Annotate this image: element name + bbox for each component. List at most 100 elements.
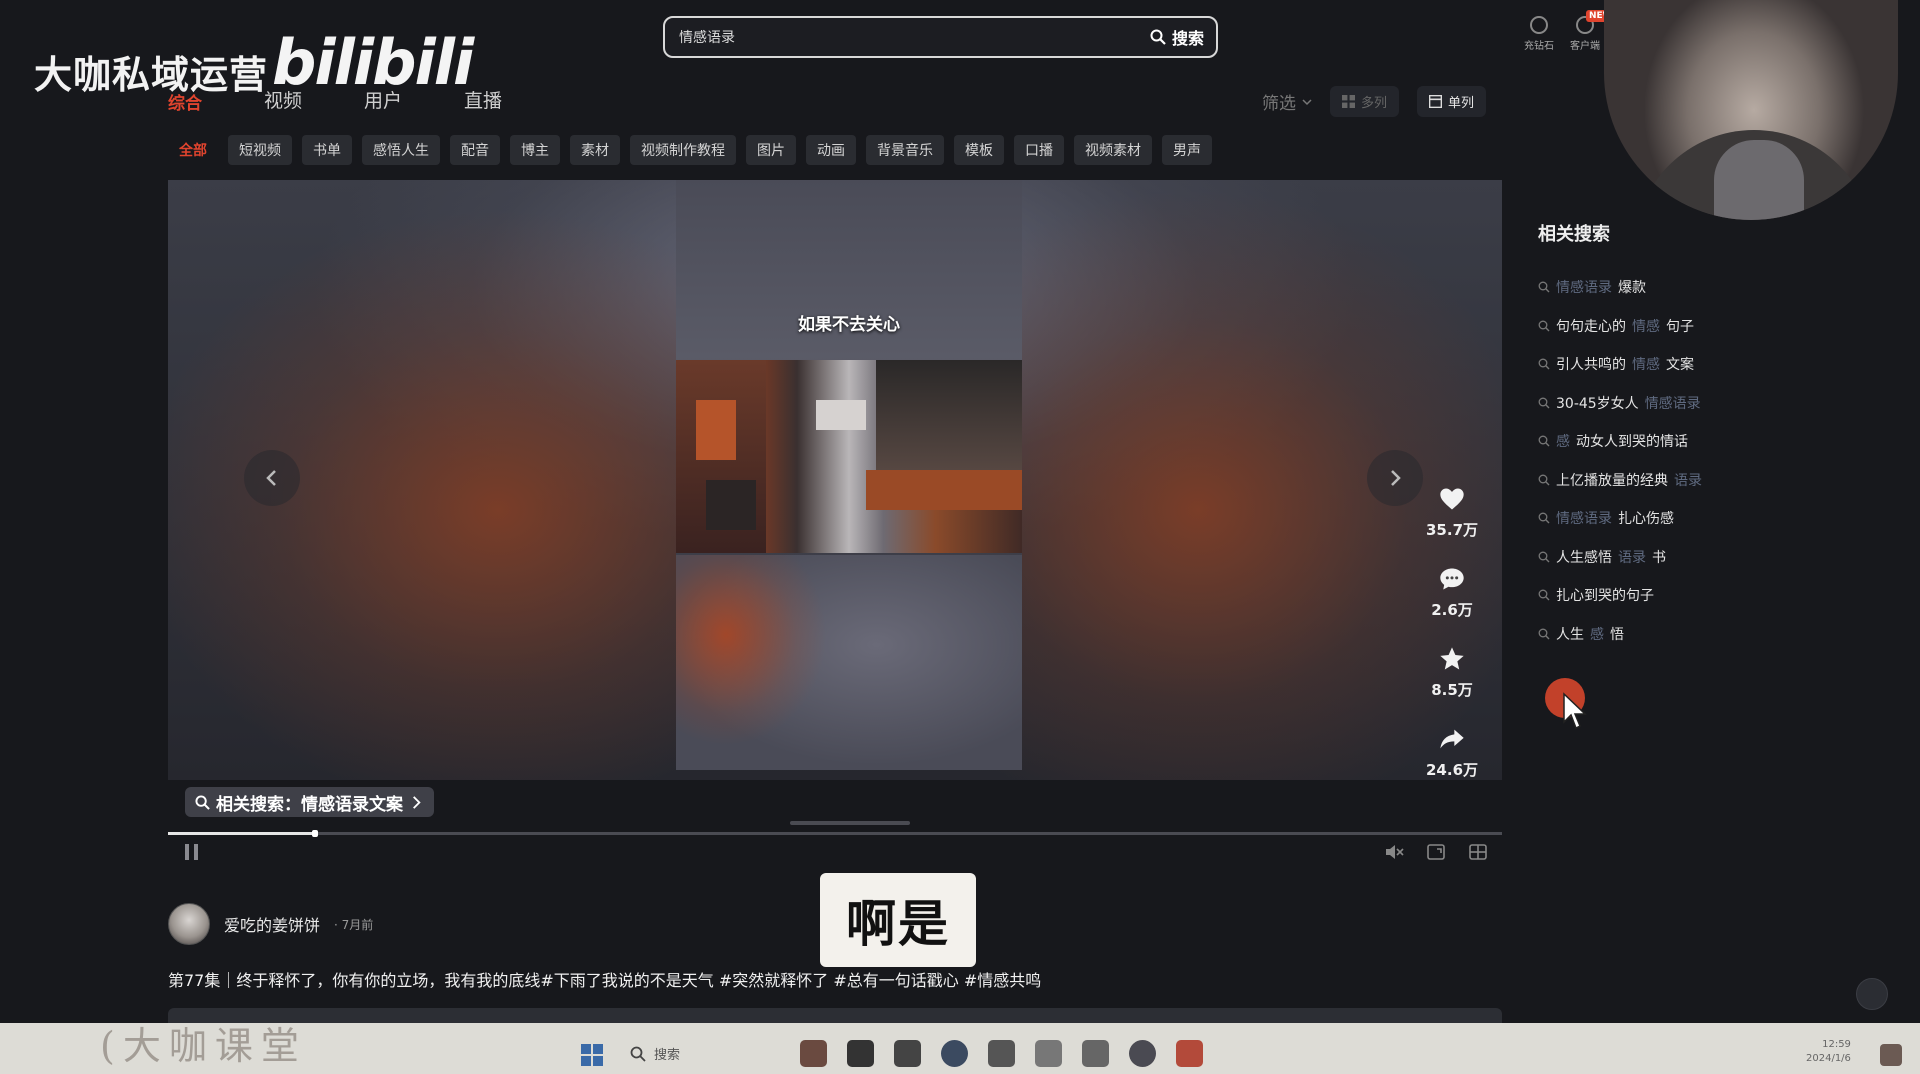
chevron-right-icon bbox=[413, 795, 421, 809]
related-text-rest: 动女人到哭的情话 bbox=[1576, 434, 1688, 451]
app-icon[interactable] bbox=[1082, 1040, 1109, 1067]
app-icon[interactable] bbox=[1176, 1040, 1203, 1067]
related-text-pre: 上亿播放量的经典 bbox=[1556, 472, 1668, 489]
favorite-count: 8.5万 bbox=[1431, 681, 1473, 699]
like-button[interactable]: 35.7万 bbox=[1426, 485, 1478, 540]
video-caption: 如果不去关心 bbox=[798, 315, 900, 335]
pause-button[interactable] bbox=[185, 844, 199, 860]
related-text-hl: 情感语录 bbox=[1556, 511, 1612, 528]
app-icon[interactable] bbox=[988, 1040, 1015, 1067]
app-icon[interactable] bbox=[1035, 1040, 1062, 1067]
app-icon[interactable] bbox=[894, 1040, 921, 1067]
related-text-hl: 情感语录 bbox=[1644, 395, 1701, 412]
filter-label: 筛选 bbox=[1262, 94, 1296, 114]
search-input[interactable] bbox=[679, 29, 1138, 45]
chip-3[interactable]: 感悟人生 bbox=[362, 135, 440, 165]
chip-6[interactable]: 素材 bbox=[570, 135, 620, 165]
related-text-rest: 悟 bbox=[1610, 626, 1624, 643]
search-icon bbox=[1538, 435, 1550, 447]
chip-0[interactable]: 全部 bbox=[168, 135, 218, 165]
filter-dropdown[interactable]: 筛选 bbox=[1262, 89, 1312, 114]
multi-column-label: 多列 bbox=[1361, 96, 1388, 111]
app-icon[interactable] bbox=[800, 1040, 827, 1067]
related-text-rest: 句子 bbox=[1666, 318, 1694, 335]
progress-bar[interactable] bbox=[168, 830, 1502, 837]
previous-button[interactable] bbox=[244, 450, 300, 506]
related-search-item[interactable]: 情感语录 扎心伤感 bbox=[1538, 499, 1878, 538]
related-text-pre: 句句走心的 bbox=[1556, 318, 1626, 335]
chip-8[interactable]: 图片 bbox=[746, 135, 796, 165]
mute-icon[interactable] bbox=[1384, 842, 1404, 862]
chip-4[interactable]: 配音 bbox=[450, 135, 500, 165]
chip-13[interactable]: 视频素材 bbox=[1074, 135, 1152, 165]
taskbar-search[interactable]: 搜索 bbox=[630, 1044, 680, 1063]
search-button-label: 搜索 bbox=[1171, 29, 1204, 48]
comment-button[interactable]: 2.6万 bbox=[1431, 565, 1473, 620]
chip-9[interactable]: 动画 bbox=[806, 135, 856, 165]
related-search-item[interactable]: 句句走心的 情感 句子 bbox=[1538, 307, 1878, 346]
multi-column-button[interactable]: 多列 bbox=[1330, 86, 1400, 117]
diamond-icon bbox=[1530, 16, 1548, 34]
clock-date: 2024/1/6 bbox=[1806, 1053, 1851, 1064]
post-time: · 7月前 bbox=[334, 917, 374, 932]
related-text-rest: 文案 bbox=[1666, 357, 1694, 374]
related-text-pre: 人生 bbox=[1556, 626, 1584, 643]
chevron-right-icon bbox=[1391, 470, 1401, 486]
sidebar-title: 相关搜索 bbox=[1538, 224, 1610, 245]
settings-float-button[interactable] bbox=[1856, 978, 1888, 1010]
drag-handle[interactable] bbox=[790, 821, 910, 825]
related-search-item[interactable]: 情感语录 爆款 bbox=[1538, 268, 1878, 307]
share-icon bbox=[1440, 729, 1464, 749]
view-controls: 筛选 多列 单列 bbox=[1262, 86, 1487, 117]
related-search-item[interactable]: 人生感悟 bbox=[1538, 615, 1878, 654]
next-button[interactable] bbox=[1367, 450, 1423, 506]
chip-7[interactable]: 视频制作教程 bbox=[630, 135, 736, 165]
search-button[interactable]: 搜索 bbox=[1138, 25, 1216, 49]
tray-icon[interactable] bbox=[1880, 1044, 1902, 1066]
video-player[interactable]: 如果不去关心 35.7万 2.6万 8.5万 24.6万 bbox=[168, 180, 1502, 780]
fullscreen-icon[interactable] bbox=[1426, 842, 1446, 862]
related-search-item[interactable]: 扎心到哭的句子 bbox=[1538, 576, 1878, 615]
tab-all[interactable]: 综合 bbox=[168, 89, 202, 114]
video-actions: 35.7万 2.6万 8.5万 24.6万 bbox=[1426, 485, 1478, 780]
chip-1[interactable]: 短视频 bbox=[228, 135, 292, 165]
diamond-button[interactable]: 充钻石 bbox=[1524, 16, 1554, 52]
chip-2[interactable]: 书单 bbox=[302, 135, 352, 165]
tab-live[interactable]: 直播 bbox=[464, 86, 502, 114]
tab-user[interactable]: 用户 bbox=[364, 86, 402, 114]
chevron-down-icon bbox=[1302, 98, 1312, 105]
favorite-button[interactable]: 8.5万 bbox=[1431, 645, 1473, 700]
author-name[interactable]: 爱吃的姜饼饼 bbox=[224, 912, 320, 936]
share-count: 24.6万 bbox=[1426, 761, 1479, 779]
related-search-item[interactable]: 感动女人到哭的情话 bbox=[1538, 422, 1878, 461]
chip-11[interactable]: 模板 bbox=[954, 135, 1004, 165]
search-bar: 搜索 bbox=[663, 16, 1218, 58]
progress-knob[interactable] bbox=[311, 830, 318, 837]
single-column-button[interactable]: 单列 bbox=[1417, 86, 1487, 117]
chip-14[interactable]: 男声 bbox=[1162, 135, 1212, 165]
chip-5[interactable]: 博主 bbox=[510, 135, 560, 165]
related-search-item[interactable]: 人生感悟 语录书 bbox=[1538, 538, 1878, 577]
app-icon[interactable] bbox=[847, 1040, 874, 1067]
related-search-item[interactable]: 30-45岁女人 情感语录 bbox=[1538, 384, 1878, 423]
avatar[interactable] bbox=[168, 903, 210, 945]
taskbar-search-label: 搜索 bbox=[654, 1048, 681, 1063]
start-button[interactable] bbox=[581, 1044, 603, 1066]
category-chips: 全部 短视频 书单 感悟人生 配音 博主 素材 视频制作教程 图片 动画 背景音乐 模板 口播 视频素材男… bbox=[168, 135, 1212, 165]
browser-icon[interactable] bbox=[941, 1040, 968, 1067]
video-description[interactable]: 第77集｜终于释怀了，你有你的立场，我有我的底线#下雨了我说的不是天气 #突然就… bbox=[168, 967, 1041, 991]
related-text-pre: 扎心到哭的句子 bbox=[1556, 588, 1654, 605]
star-icon bbox=[1440, 647, 1464, 670]
search-icon bbox=[1538, 358, 1550, 370]
chip-12[interactable]: 口播 bbox=[1014, 135, 1064, 165]
pip-icon[interactable] bbox=[1468, 842, 1488, 862]
app-icon[interactable] bbox=[1129, 1040, 1156, 1067]
related-text-hl: 情感 bbox=[1632, 318, 1660, 335]
related-search-item[interactable]: 上亿播放量的经典 语录 bbox=[1538, 461, 1878, 500]
share-button[interactable]: 24.6万 bbox=[1426, 725, 1478, 780]
heart-icon bbox=[1440, 488, 1464, 510]
related-search-item[interactable]: 引人共鸣的 情感 文案 bbox=[1538, 345, 1878, 384]
related-search-pill[interactable]: 相关搜索：情感语录文案 bbox=[185, 787, 434, 817]
tab-video[interactable]: 视频 bbox=[264, 86, 302, 114]
chip-10[interactable]: 背景音乐 bbox=[866, 135, 944, 165]
